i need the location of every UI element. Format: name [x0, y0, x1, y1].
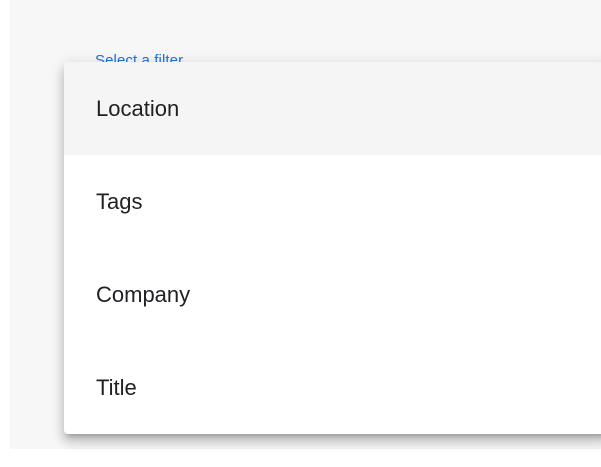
filter-dropdown-menu: Location Tags Company Title	[64, 62, 601, 434]
filter-option-company[interactable]: Company	[64, 248, 601, 341]
filter-option-location[interactable]: Location	[64, 62, 601, 155]
filter-options-list: Location Tags Company Title	[64, 62, 601, 434]
filter-option-tags[interactable]: Tags	[64, 155, 601, 248]
filter-option-title[interactable]: Title	[64, 341, 601, 434]
